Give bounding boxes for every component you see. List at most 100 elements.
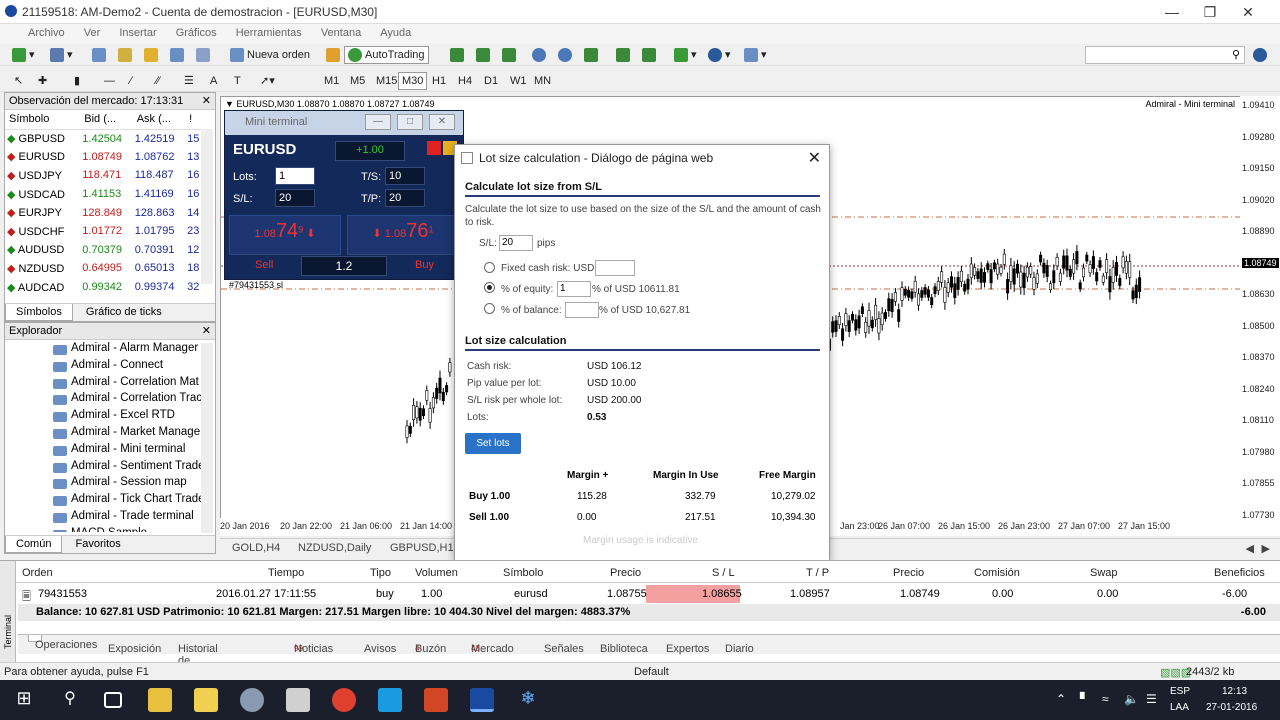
tf-m1[interactable]: M1: [320, 72, 343, 90]
fixed-cash-input[interactable]: [595, 260, 635, 276]
market-watch-row[interactable]: ◆ USDCAD 1.41153 1.41169 16: [5, 185, 203, 204]
tab-grafico-ticks[interactable]: Gráfico de ticks: [76, 304, 172, 320]
set-lots-button[interactable]: Set lots: [465, 433, 521, 454]
volume-icon[interactable]: 🔈: [1124, 692, 1139, 706]
paint-icon[interactable]: [240, 688, 264, 712]
sell-button[interactable]: 1.08749 ⬇: [229, 215, 341, 255]
terminal-col-header[interactable]: Tiempo: [268, 567, 304, 579]
chart-tabs-next-icon[interactable]: ▶: [1262, 542, 1270, 555]
text-label-icon[interactable]: T: [230, 72, 245, 90]
market-watch-row[interactable]: ◆ AUDUSD 0.70379 0.70391 12: [5, 241, 203, 260]
mini-close-button[interactable]: ✕: [429, 114, 455, 130]
market-watch-row[interactable]: ◆ USDCHF 1.01772 1.01795 23: [5, 222, 203, 241]
tf-h4[interactable]: H4: [454, 72, 476, 90]
navigator-item[interactable]: Admiral - Correlation Mat: [5, 376, 215, 393]
notifications-icon[interactable]: ☰: [1146, 692, 1157, 706]
navigator-item[interactable]: Admiral - Sentiment Trade: [5, 460, 215, 477]
terminal-col-header[interactable]: Tipo: [370, 567, 391, 579]
fibonacci-icon[interactable]: ☰: [180, 72, 198, 90]
snowflake-icon[interactable]: ❄: [516, 688, 540, 712]
task-view-icon[interactable]: [104, 692, 122, 708]
zoom-in-icon[interactable]: [528, 46, 553, 64]
ts-input[interactable]: 10: [385, 167, 425, 185]
zoom-out-icon[interactable]: [554, 46, 579, 64]
terminal-col-header[interactable]: Beneficios: [1214, 567, 1265, 579]
buy-button[interactable]: ⬇ 1.08761: [347, 215, 459, 255]
navigator-icon[interactable]: [114, 46, 139, 64]
menu-ver[interactable]: Ver: [76, 24, 109, 42]
terminal-col-header[interactable]: Volumen: [415, 567, 458, 579]
language-layout[interactable]: LAA: [1170, 702, 1189, 713]
autotrading-button[interactable]: AutoTrading: [344, 46, 429, 64]
radio-balance[interactable]: [484, 303, 495, 314]
terminal-col-header[interactable]: Swap: [1090, 567, 1118, 579]
terminal-col-header[interactable]: Precio: [610, 567, 641, 579]
navigator-item[interactable]: Admiral - Connect: [5, 359, 215, 376]
navigator-item[interactable]: Admiral - Session map: [5, 476, 215, 493]
crosshair-icon[interactable]: ✚: [34, 72, 51, 90]
folder-icon[interactable]: [194, 688, 218, 712]
language[interactable]: ESP: [1170, 686, 1190, 697]
navigator-item[interactable]: Admiral - Correlation Trac: [5, 392, 215, 409]
tf-m15[interactable]: M15: [372, 72, 401, 90]
templates-icon[interactable]: ▾: [740, 46, 771, 64]
calculator-icon[interactable]: [286, 688, 310, 712]
tf-mn[interactable]: MN: [530, 72, 555, 90]
market-watch-row[interactable]: ◆ GBPUSD 1.42504 1.42519 15: [5, 129, 203, 148]
lots-input[interactable]: 1: [275, 167, 315, 185]
close-icon[interactable]: ✕: [202, 324, 211, 337]
search-input[interactable]: ⚲: [1085, 46, 1245, 64]
tab-simbolos[interactable]: Símbolos: [5, 304, 73, 321]
tf-w1[interactable]: W1: [506, 72, 531, 90]
clock-date[interactable]: 27-01-2016: [1206, 702, 1257, 713]
terminal-tab[interactable]: Noticias 99: [294, 639, 333, 655]
tile-windows-icon[interactable]: [580, 46, 605, 64]
navigator-item[interactable]: Admiral - Mini terminal: [5, 443, 215, 460]
new-order-button[interactable]: Nueva orden: [226, 46, 314, 64]
tf-d1[interactable]: D1: [480, 72, 502, 90]
navigator-item[interactable]: MACD Sample: [5, 527, 215, 532]
skype-icon[interactable]: [378, 688, 402, 712]
close-window-button[interactable]: ✕: [1230, 2, 1266, 22]
tester-icon[interactable]: [192, 46, 217, 64]
chart-tab-gold[interactable]: GOLD,H4: [232, 542, 280, 554]
sl-pips-input[interactable]: 20: [499, 235, 533, 251]
arrows-icon[interactable]: ➚▾: [256, 72, 279, 90]
close-icon[interactable]: ✕: [202, 94, 211, 107]
new-chart-icon[interactable]: ▾: [8, 46, 39, 64]
chart-tabs-prev-icon[interactable]: ◀: [1246, 542, 1254, 555]
menu-graficos[interactable]: Gráficos: [168, 24, 225, 42]
col-ask[interactable]: Ask (...: [132, 110, 186, 130]
search-icon[interactable]: ⚲: [58, 688, 82, 712]
terminal-col-header[interactable]: Símbolo: [503, 567, 543, 579]
tab-comun[interactable]: Común: [5, 536, 63, 553]
periods-icon[interactable]: ▾: [704, 46, 735, 64]
menu-herramientas[interactable]: Herramientas: [228, 24, 310, 42]
market-watch-row[interactable]: ◆ EURJPY 128.849 128.863 14: [5, 203, 203, 222]
sl-input[interactable]: 20: [275, 189, 315, 207]
terminal-col-header[interactable]: Orden: [22, 567, 53, 579]
menu-archivo[interactable]: Archivo: [0, 24, 73, 42]
navigator-item[interactable]: Admiral - Alarm Manager: [5, 342, 215, 359]
col-symbol[interactable]: Símbolo: [5, 110, 81, 130]
cursor-icon[interactable]: ↖: [10, 72, 27, 90]
terminal-tab[interactable]: Operaciones: [28, 635, 97, 651]
tf-m5[interactable]: M5: [346, 72, 369, 90]
tf-m30[interactable]: M30: [398, 72, 428, 90]
market-watch-row[interactable]: ◆ EURUSD 1.08749 1.08762 13: [5, 148, 203, 167]
network-icon[interactable]: ▘: [1080, 692, 1089, 706]
menu-ventana[interactable]: Ventana: [313, 24, 369, 42]
channel-icon[interactable]: ∕∕: [152, 72, 164, 90]
explorer-icon[interactable]: [148, 688, 172, 712]
market-watch-scrollbar[interactable]: [201, 129, 213, 284]
mini-settings-icon[interactable]: [427, 141, 441, 155]
text-icon[interactable]: A: [206, 72, 221, 90]
balance-input[interactable]: [565, 302, 599, 318]
terminal-col-header[interactable]: Comisión: [974, 567, 1020, 579]
powerpoint-icon[interactable]: [424, 688, 448, 712]
minimize-button[interactable]: —: [1154, 2, 1190, 22]
dialog-close-button[interactable]: ✕: [808, 148, 821, 168]
start-icon[interactable]: ⊞: [12, 688, 36, 712]
col-spread[interactable]: !: [185, 110, 203, 130]
vertical-line-icon[interactable]: ▮: [70, 72, 84, 90]
